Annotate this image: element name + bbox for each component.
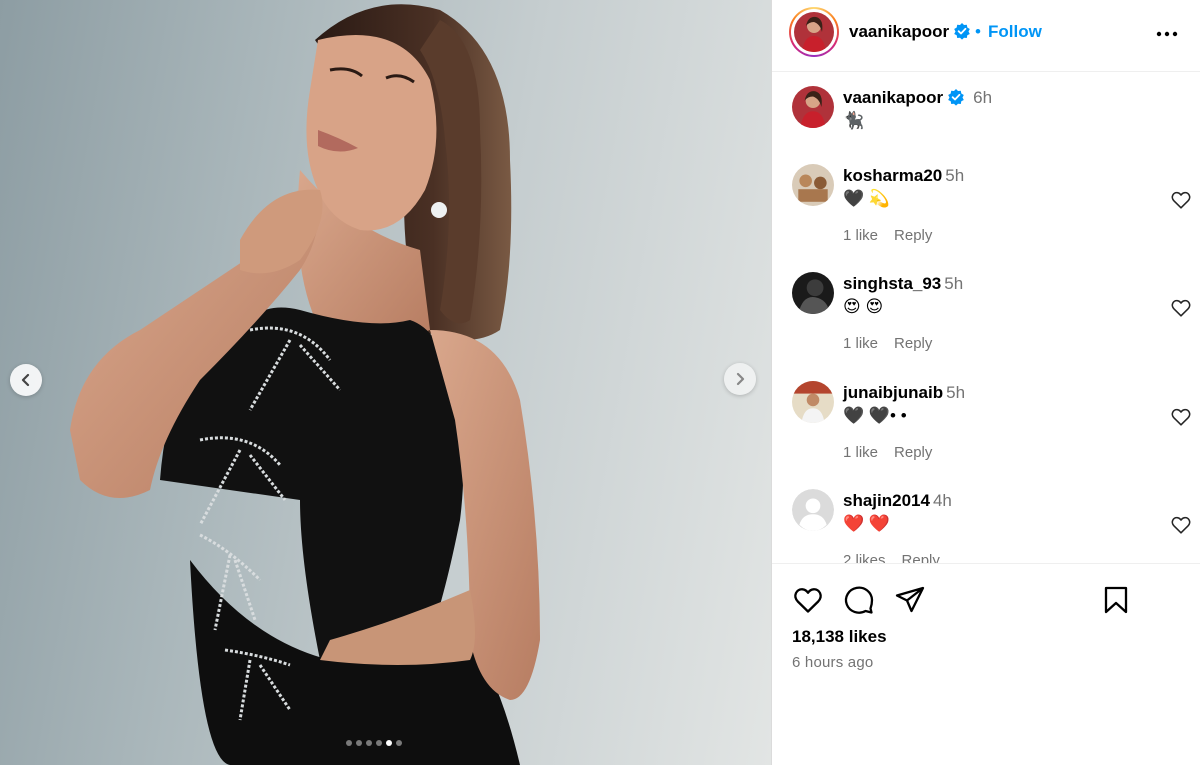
comment-item: junaibjunaib 5h 🖤 🖤• • 1 like Reply [792, 381, 1192, 471]
verified-badge-icon [948, 89, 964, 106]
avatar[interactable] [794, 12, 834, 52]
post-timestamp[interactable]: 6 hours ago [792, 654, 873, 671]
slide-dot[interactable] [356, 740, 362, 746]
heart-icon[interactable] [1170, 189, 1192, 211]
heart-icon[interactable] [1170, 514, 1192, 536]
post-photo [0, 0, 771, 765]
avatar[interactable] [792, 164, 834, 206]
next-slide-button[interactable] [724, 363, 756, 395]
comment-likes-count[interactable]: 1 like [843, 335, 878, 352]
caption-author[interactable]: vaanikapoor 6h [843, 88, 992, 108]
reply-button[interactable]: Reply [894, 444, 932, 461]
heart-icon[interactable] [1170, 406, 1192, 428]
comment-author-text[interactable]: shajin2014 [843, 491, 930, 510]
slide-indicator [346, 740, 402, 746]
comments-list[interactable]: vaanikapoor 6h 🐈‍⬛ kosharma20 5h 🖤 💫 1 li… [772, 73, 1200, 563]
comment-likes-count[interactable]: 2 likes [843, 552, 886, 563]
comment-author[interactable]: junaibjunaib 5h [843, 383, 965, 403]
comment-author-text[interactable]: junaibjunaib [843, 383, 943, 402]
verified-badge-icon [954, 23, 970, 40]
chevron-right-icon [736, 372, 745, 386]
bookmark-icon[interactable] [1100, 584, 1132, 616]
reply-button[interactable]: Reply [902, 552, 940, 563]
slide-dot-active[interactable] [386, 740, 392, 746]
follow-button[interactable]: Follow [988, 22, 1042, 42]
comment-item: kosharma20 5h 🖤 💫 1 like Reply [792, 164, 1192, 254]
comment-likes-count[interactable]: 1 like [843, 227, 878, 244]
slide-dot[interactable] [376, 740, 382, 746]
comment-item: shajin2014 4h ❤️ ❤️ 2 likes Reply [792, 489, 1192, 563]
post-header: vaanikapoor • Follow [772, 0, 1200, 72]
comment-meta: 1 like Reply [843, 335, 948, 352]
post-details-panel: vaanikapoor • Follow vaanikapoor [771, 0, 1200, 765]
author-username-text[interactable]: vaanikapoor [849, 22, 949, 41]
paper-plane-icon[interactable] [894, 584, 926, 616]
comment-text: 🖤 🖤• • [843, 406, 907, 425]
comment-author[interactable]: singhsta_93 5h [843, 274, 963, 294]
separator-dot: • [975, 22, 981, 41]
avatar[interactable] [792, 272, 834, 314]
comment-text: 😍 😍 [843, 297, 884, 316]
comment-icon[interactable] [843, 584, 875, 616]
post-actions: 18,138 likes 6 hours ago [772, 563, 1200, 765]
comment-timestamp[interactable]: 5h [946, 383, 965, 402]
portrait-image [70, 4, 540, 765]
comment-text: ❤️ ❤️ [843, 514, 891, 533]
previous-slide-button[interactable] [10, 364, 42, 396]
comment-likes-count[interactable]: 1 like [843, 444, 878, 461]
slide-dot[interactable] [396, 740, 402, 746]
reply-button[interactable]: Reply [894, 335, 932, 352]
chevron-left-icon [21, 373, 30, 387]
comment-meta: 2 likes Reply [843, 552, 956, 563]
comment-timestamp[interactable]: 5h [944, 274, 963, 293]
story-ring[interactable] [789, 7, 839, 57]
avatar[interactable] [792, 86, 834, 128]
post-caption: vaanikapoor 6h 🐈‍⬛ [792, 86, 1192, 146]
comment-meta: 1 like Reply [843, 227, 948, 244]
comment-author[interactable]: shajin2014 4h [843, 491, 952, 511]
comment-timestamp[interactable]: 4h [933, 491, 952, 510]
caption-author-text[interactable]: vaanikapoor [843, 88, 943, 107]
caption-text: 🐈‍⬛ [843, 111, 865, 130]
likes-count[interactable]: 18,138 likes [792, 627, 887, 647]
more-options-button[interactable] [1155, 22, 1179, 46]
reply-button[interactable]: Reply [894, 227, 932, 244]
comment-author[interactable]: kosharma20 5h [843, 166, 964, 186]
comment-author-text[interactable]: singhsta_93 [843, 274, 941, 293]
heart-icon[interactable] [792, 584, 824, 616]
heart-icon[interactable] [1170, 297, 1192, 319]
comment-item: singhsta_93 5h 😍 😍 1 like Reply [792, 272, 1192, 362]
comment-timestamp[interactable]: 5h [945, 166, 964, 185]
comment-text: 🖤 💫 [843, 189, 891, 208]
comment-meta: 1 like Reply [843, 444, 948, 461]
avatar[interactable] [792, 381, 834, 423]
more-horizontal-icon [1156, 31, 1178, 37]
default-avatar[interactable] [792, 489, 834, 531]
author-username[interactable]: vaanikapoor [849, 22, 971, 42]
comment-author-text[interactable]: kosharma20 [843, 166, 942, 185]
slide-dot[interactable] [346, 740, 352, 746]
slide-dot[interactable] [366, 740, 372, 746]
caption-timestamp[interactable]: 6h [973, 88, 992, 107]
